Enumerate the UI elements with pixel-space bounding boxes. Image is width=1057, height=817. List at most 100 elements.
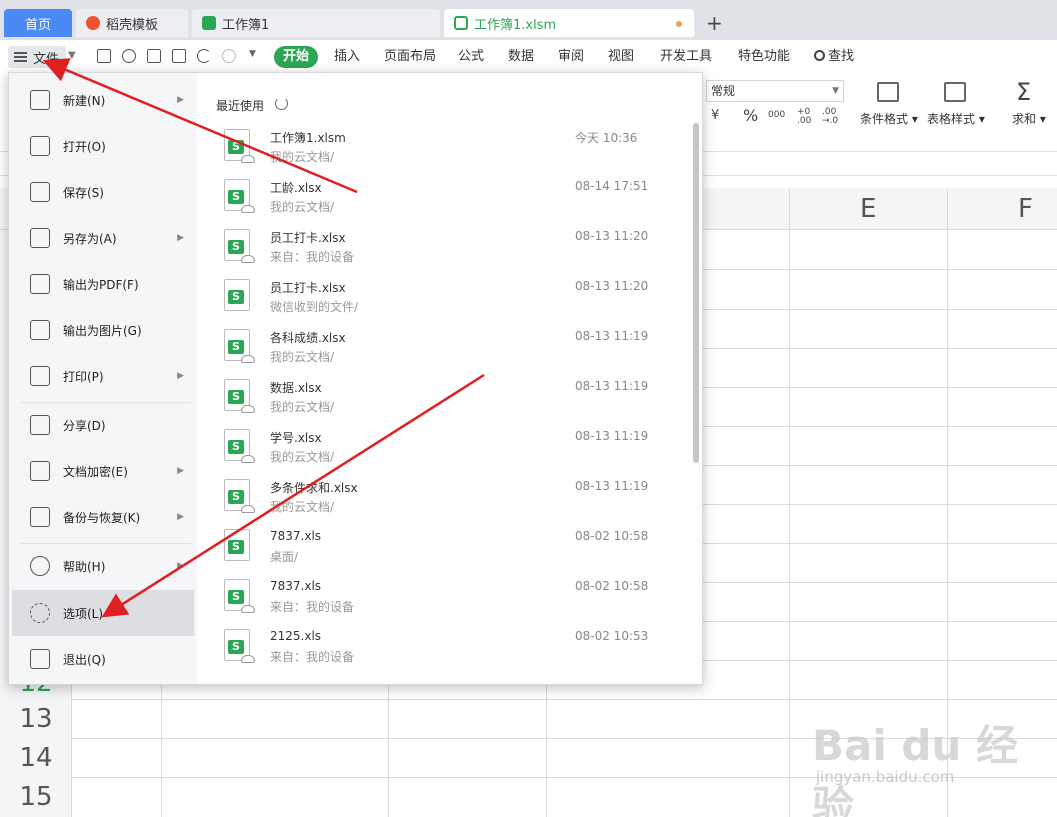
menu-item-help[interactable]: 帮助(H) ▶ <box>12 545 194 587</box>
recent-file-path: 桌面/ <box>270 550 299 564</box>
tab-page-layout[interactable]: 页面布局 <box>384 46 436 68</box>
recent-file-time: 08-13 11:20 <box>575 229 649 243</box>
recent-file-item[interactable]: S 各科成绩.xlsx 我的云文档/08-13 11:19 <box>205 323 695 373</box>
recent-file-item[interactable]: S 多条件求和.xlsx 我的云文档/08-13 11:19 <box>205 473 695 523</box>
row-header-13[interactable]: 13 <box>0 704 72 734</box>
recent-file-item[interactable]: S 7837.xls 桌面/08-02 10:58 <box>205 523 695 573</box>
conditional-format-icon <box>877 82 899 102</box>
recent-file-name: 7837.xls <box>270 579 322 593</box>
hamburger-icon <box>14 52 27 62</box>
file-label: 文件 <box>33 51 60 67</box>
recent-file-item[interactable]: S 数据.xlsx 我的云文档/08-13 11:19 <box>205 373 695 423</box>
print-icon[interactable] <box>147 49 161 63</box>
recent-file-item[interactable]: S 工龄.xlsx 我的云文档/08-14 17:51 <box>205 173 695 223</box>
menu-item-export-image[interactable]: 输出为图片(G) <box>12 309 194 351</box>
recent-files-list[interactable]: S 工作簿1.xlsm 我的云文档/今天 10:36 S 工龄.xlsx 我的云文档/0… <box>205 123 695 684</box>
currency-format-icon[interactable]: ¥ <box>711 108 719 123</box>
gear-icon <box>30 603 50 623</box>
recent-file-item[interactable]: S 2125.xls 来自：我的设备 08-02 10:53 <box>205 623 695 673</box>
tab-special-features[interactable]: 特色功能 <box>738 46 790 68</box>
menu-item-label: 输出为PDF(F) <box>63 277 139 292</box>
recent-file-item[interactable]: S 7837.xls 来自：我的设备 08-02 10:58 <box>205 573 695 623</box>
menu-item-save[interactable]: 保存(S) <box>12 171 194 213</box>
row-header-15[interactable]: 15 <box>0 782 72 812</box>
recent-file-name: 员工打卡.xlsx <box>270 231 346 245</box>
menu-item-label: 新建(N) <box>63 93 106 108</box>
undo-icon[interactable] <box>197 49 211 63</box>
recent-file-item[interactable]: S 工作簿1.xlsm 我的云文档/今天 10:36 <box>205 123 695 173</box>
save-icon[interactable] <box>97 49 111 63</box>
recent-list-scrollbar[interactable] <box>693 123 699 463</box>
tab-data[interactable]: 数据 <box>508 46 534 68</box>
tab-workbook1[interactable]: 工作簿1 <box>192 9 440 37</box>
sum-icon: Σ <box>1016 78 1032 106</box>
menu-item-save-as[interactable]: 另存为(A) ▶ <box>12 217 194 259</box>
menu-item-options[interactable]: 选项(L) <box>12 590 194 636</box>
recent-file-name: 2125.xls <box>270 629 322 643</box>
menu-item-label: 打印(P) <box>63 369 104 384</box>
recent-file-item[interactable]: S 员工打卡.xlsx 微信收到的文件/08-13 11:20 <box>205 273 695 323</box>
tab-workbook1-xlsm[interactable]: 工作簿1.xlsm <box>444 9 694 37</box>
tab-view[interactable]: 视图 <box>608 46 634 68</box>
file-menu-button[interactable]: 文件 <box>8 46 66 68</box>
chevron-down-icon[interactable]: ▼ <box>68 50 76 61</box>
menu-item-label: 输出为图片(G) <box>63 323 142 338</box>
menu-item-new[interactable]: 新建(N) ▶ <box>12 79 194 121</box>
customize-dropdown-icon[interactable]: ▼ <box>249 49 263 63</box>
menu-divider <box>21 543 191 544</box>
recent-file-time: 08-13 11:19 <box>575 479 649 493</box>
sum-label: 求和 <box>1012 112 1037 126</box>
menu-item-print[interactable]: 打印(P) ▶ <box>12 355 194 397</box>
table-style-label: 表格样式 <box>927 112 976 126</box>
menu-item-exit[interactable]: 退出(Q) <box>12 638 194 680</box>
tab-insert[interactable]: 插入 <box>334 46 360 68</box>
recent-file-time: 今天 10:36 <box>575 131 638 145</box>
print-preview-icon[interactable] <box>172 49 186 63</box>
recent-file-name: 学号.xlsx <box>270 431 322 445</box>
spreadsheet-icon <box>454 16 468 30</box>
redo-icon[interactable] <box>222 49 236 63</box>
spreadsheet-file-icon: S <box>224 629 255 663</box>
table-style-button[interactable]: 表格样式 ▾ <box>927 110 985 127</box>
recent-file-time: 08-14 17:51 <box>575 179 649 193</box>
menu-item-encrypt[interactable]: 文档加密(E) ▶ <box>12 450 194 492</box>
recent-file-item[interactable]: S 学号.xlsx 我的云文档/08-13 11:19 <box>205 423 695 473</box>
menu-item-backup[interactable]: 备份与恢复(K) ▶ <box>12 496 194 538</box>
tab-label: 首页 <box>24 17 51 33</box>
tab-start[interactable]: 开始 <box>274 46 318 68</box>
number-format-select[interactable]: 常规 ▼ <box>706 80 844 102</box>
menu-divider <box>21 402 191 403</box>
column-header-e[interactable]: E <box>860 194 876 224</box>
spreadsheet-file-icon: S <box>224 429 255 463</box>
tab-docer-templates[interactable]: 稻壳模板 <box>76 9 188 37</box>
tab-home[interactable]: 首页 <box>4 9 72 37</box>
tab-review[interactable]: 审阅 <box>558 46 584 68</box>
tab-formulas[interactable]: 公式 <box>458 46 484 68</box>
thousands-separator-button[interactable]: 000 <box>768 110 785 120</box>
menu-item-share[interactable]: 分享(D) <box>12 404 194 446</box>
recent-file-time: 08-02 10:58 <box>575 529 649 543</box>
new-tab-button[interactable]: + <box>706 11 723 35</box>
docer-logo-icon <box>86 16 100 30</box>
format-painter-icon[interactable] <box>122 49 136 63</box>
menu-item-export-pdf[interactable]: 输出为PDF(F) <box>12 263 194 305</box>
increase-decimal-button[interactable]: +0 .00 <box>797 108 811 126</box>
menu-item-open[interactable]: 打开(O) <box>12 125 194 167</box>
recent-file-path: 我的云文档/ <box>270 500 335 514</box>
column-header-f[interactable]: F <box>1018 194 1033 224</box>
decrease-decimal-button[interactable]: .00 →.0 <box>822 108 838 126</box>
percent-format-button[interactable]: % <box>743 106 758 125</box>
grid-line <box>789 188 790 817</box>
table-style-icon <box>944 82 966 102</box>
refresh-icon[interactable] <box>275 97 288 110</box>
tab-label: 稻壳模板 <box>106 17 159 33</box>
folder-open-icon <box>30 136 50 156</box>
search-button[interactable]: 查找 <box>814 46 854 68</box>
row-header-14[interactable]: 14 <box>0 743 72 773</box>
recent-file-item[interactable]: S 员工打卡.xlsx 来自：我的设备 08-13 11:20 <box>205 223 695 273</box>
sum-button[interactable]: 求和 ▾ <box>1012 110 1046 127</box>
conditional-format-button[interactable]: 条件格式 ▾ <box>860 110 918 127</box>
tab-developer[interactable]: 开发工具 <box>660 46 712 68</box>
save-icon <box>30 182 50 202</box>
file-menu-panel: 新建(N) ▶ 打开(O) 保存(S) 另存为(A) ▶ 输出为PDF(F) 输出为… <box>8 72 703 685</box>
